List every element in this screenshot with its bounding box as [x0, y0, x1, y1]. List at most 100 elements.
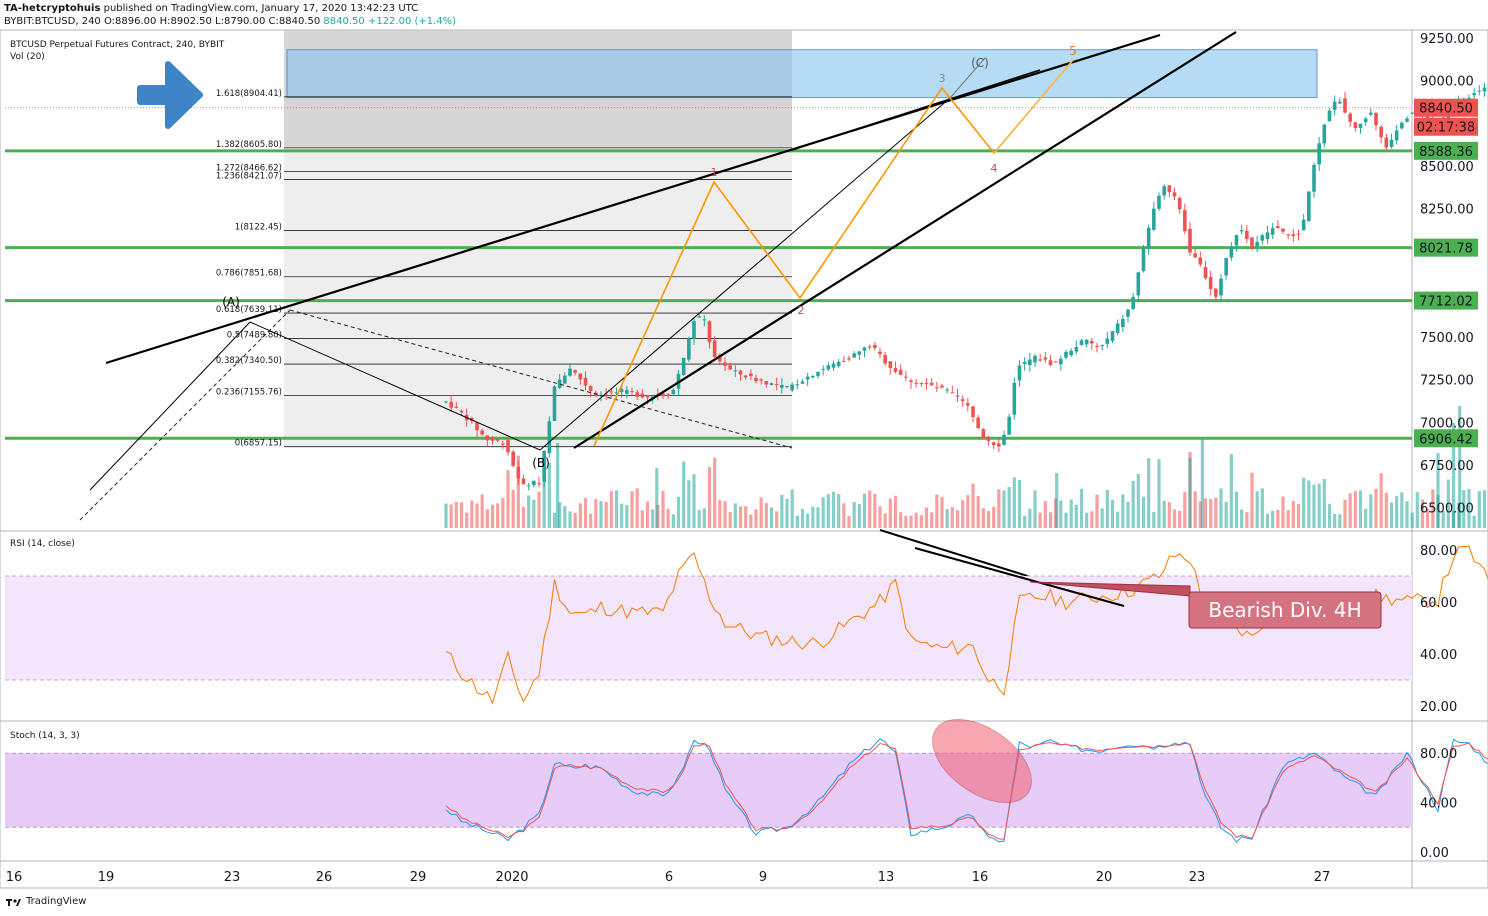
candle[interactable] [929, 382, 934, 386]
candle[interactable] [547, 421, 552, 454]
candle[interactable] [780, 384, 784, 388]
candle[interactable] [759, 379, 763, 381]
candle[interactable] [738, 370, 743, 375]
candle[interactable] [666, 394, 670, 396]
candle[interactable] [712, 340, 717, 357]
candle[interactable] [1472, 93, 1476, 96]
candle[interactable] [764, 381, 769, 385]
candle[interactable] [811, 375, 815, 378]
candle[interactable] [893, 367, 898, 372]
candle[interactable] [1405, 118, 1409, 122]
candle[interactable] [919, 383, 924, 385]
candle[interactable] [909, 380, 913, 383]
candle[interactable] [578, 373, 583, 380]
candle[interactable] [831, 363, 836, 368]
chart-canvas[interactable]: 1.618(8904.41)1.382(8605.80)1.272(8466.6… [0, 0, 1488, 916]
candle[interactable] [1410, 112, 1414, 114]
candle[interactable] [1400, 122, 1404, 129]
candle[interactable] [821, 368, 825, 370]
candle[interactable] [904, 376, 908, 378]
candle[interactable] [960, 399, 965, 402]
candle[interactable] [630, 391, 634, 393]
candle[interactable] [1384, 137, 1389, 148]
candle[interactable] [1250, 237, 1254, 249]
candle[interactable] [687, 338, 691, 360]
candle[interactable] [733, 370, 738, 372]
candle[interactable] [728, 365, 732, 370]
candle[interactable] [1374, 112, 1378, 126]
candle[interactable] [1389, 139, 1394, 148]
candle[interactable] [1022, 361, 1027, 364]
candle[interactable] [495, 439, 500, 441]
candle[interactable] [857, 351, 862, 355]
candle[interactable] [537, 483, 541, 485]
candle[interactable] [1069, 350, 1073, 356]
candle[interactable] [749, 373, 753, 377]
wave-a-dashed[interactable] [79, 309, 291, 521]
candle[interactable] [1121, 318, 1125, 328]
candle[interactable] [583, 377, 588, 386]
candle[interactable] [521, 478, 526, 485]
candle[interactable] [1183, 210, 1187, 232]
candle[interactable] [1270, 228, 1275, 235]
candle[interactable] [640, 393, 645, 398]
candle[interactable] [557, 379, 562, 388]
candle[interactable] [1358, 123, 1363, 128]
candle[interactable] [966, 403, 970, 406]
candle[interactable] [986, 436, 991, 441]
candle[interactable] [1126, 309, 1130, 317]
candle[interactable] [842, 360, 846, 362]
candle[interactable] [754, 377, 758, 382]
candle[interactable] [1059, 358, 1063, 365]
candle[interactable] [573, 370, 577, 373]
candle[interactable] [1301, 219, 1306, 231]
candle[interactable] [997, 443, 1001, 447]
candle[interactable] [1276, 226, 1280, 229]
candle[interactable] [1017, 365, 1022, 381]
candle[interactable] [1074, 347, 1079, 352]
candle[interactable] [1152, 208, 1156, 230]
candle[interactable] [506, 440, 510, 453]
candle[interactable] [1379, 126, 1383, 138]
resistance-zone[interactable] [286, 49, 1318, 99]
candle[interactable] [1281, 228, 1285, 232]
candle[interactable] [769, 383, 774, 385]
candle[interactable] [1291, 234, 1296, 237]
candle[interactable] [1229, 247, 1234, 258]
candle[interactable] [1348, 113, 1352, 122]
candle[interactable] [459, 410, 464, 413]
candle[interactable] [836, 361, 841, 367]
candle[interactable] [697, 316, 701, 318]
candle[interactable] [1172, 192, 1177, 197]
candle[interactable] [1239, 230, 1244, 232]
candle[interactable] [1394, 130, 1399, 141]
candle[interactable] [1167, 185, 1172, 193]
candle[interactable] [805, 376, 810, 380]
candle[interactable] [1369, 112, 1373, 115]
candle[interactable] [1188, 228, 1192, 253]
candle[interactable] [480, 430, 484, 435]
candle[interactable] [449, 401, 453, 408]
candle[interactable] [1307, 191, 1311, 222]
candle[interactable] [945, 389, 949, 391]
candle[interactable] [924, 382, 929, 384]
candle[interactable] [1198, 257, 1203, 265]
candle[interactable] [1234, 235, 1239, 246]
candle[interactable] [816, 371, 820, 376]
candle[interactable] [1477, 90, 1482, 92]
candle[interactable] [1146, 227, 1151, 249]
candle[interactable] [1327, 110, 1332, 122]
candle[interactable] [1332, 101, 1337, 110]
candle[interactable] [475, 422, 479, 431]
candle[interactable] [1245, 230, 1249, 240]
candle[interactable] [1193, 253, 1197, 258]
candle[interactable] [1219, 278, 1223, 296]
candle[interactable] [681, 357, 686, 375]
candle[interactable] [552, 386, 557, 421]
candle[interactable] [950, 392, 955, 394]
candle[interactable] [867, 346, 872, 348]
candle[interactable] [862, 347, 867, 351]
candle[interactable] [1064, 351, 1068, 358]
candle[interactable] [743, 375, 748, 378]
candle[interactable] [671, 389, 676, 395]
